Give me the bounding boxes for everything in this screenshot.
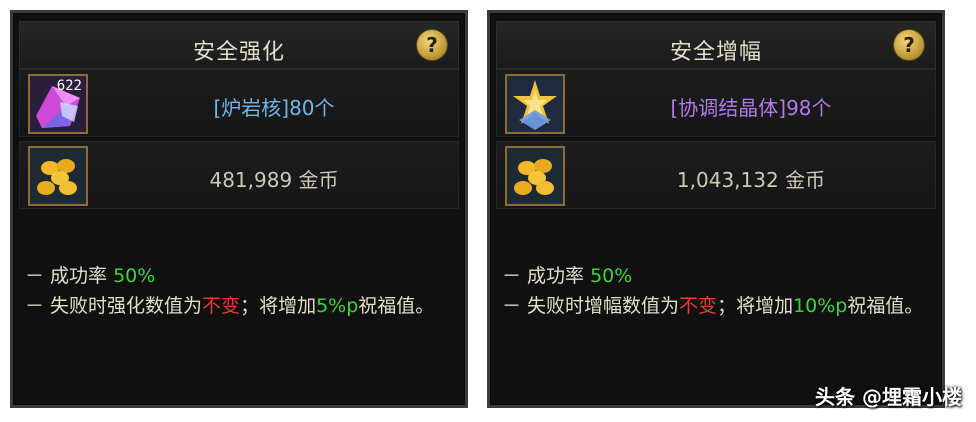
unchanged-text: 不变 [202, 295, 241, 317]
success-rate-value: 50% [590, 265, 633, 287]
material-row: [协调结晶体]98个 [496, 69, 936, 137]
failure-mid: ；将增加 [240, 295, 317, 317]
failure-line: － 失败时增幅数值为不变；将增加10%p祝福值。 [502, 291, 928, 321]
failure-suffix: 祝福值。 [847, 295, 924, 317]
safe-enhance-panel: 安全强化 ? 622 [炉岩核]80个 481,989 金币 － 成功率 50%… [10, 10, 468, 408]
material-requirement: [协调结晶体]98个 [670, 96, 832, 120]
material-row: 622 [炉岩核]80个 [19, 69, 459, 137]
watermark-text: 头条 @埋霜小楼 [815, 385, 962, 409]
success-rate-label: － 成功率 [502, 265, 591, 287]
panel-titlebar: 安全强化 ? [19, 21, 459, 69]
panel-titlebar: 安全增幅 ? [496, 21, 936, 69]
gold-coins-icon [30, 148, 86, 204]
failure-label: － 失败时强化数值为 [25, 295, 203, 317]
material-slot[interactable]: 622 [28, 74, 88, 134]
gold-slot[interactable] [505, 146, 565, 206]
harmony-crystal-icon [507, 76, 563, 132]
gold-row: 1,043,132 金币 [496, 141, 936, 209]
help-icon[interactable]: ? [416, 29, 448, 61]
material-slot[interactable] [505, 74, 565, 134]
panel-title: 安全增幅 [669, 40, 762, 65]
unchanged-text: 不变 [679, 295, 718, 317]
failure-line: － 失败时强化数值为不变；将增加5%p祝福值。 [25, 291, 451, 321]
material-count: 622 [56, 78, 82, 94]
panel-title: 安全强化 [192, 40, 285, 65]
amplify-info: － 成功率 50% － 失败时增幅数值为不变；将增加10%p祝福值。 [502, 261, 928, 321]
success-rate-value: 50% [113, 265, 156, 287]
safe-amplify-panel: 安全增幅 ? [协调结晶体]98个 1,043,132 金币 － 成功率 50%… [487, 10, 945, 408]
failure-suffix: 祝福值。 [358, 295, 435, 317]
success-rate-line: － 成功率 50% [25, 261, 451, 291]
material-requirement: [炉岩核]80个 [213, 96, 335, 120]
blessing-value: 10%p [793, 295, 848, 317]
gold-row: 481,989 金币 [19, 141, 459, 209]
help-icon[interactable]: ? [893, 29, 925, 61]
gold-requirement: 481,989 金币 [209, 168, 339, 192]
failure-mid: ；将增加 [717, 295, 794, 317]
success-rate-label: － 成功率 [25, 265, 114, 287]
success-rate-line: － 成功率 50% [502, 261, 928, 291]
gold-requirement: 1,043,132 金币 [676, 168, 826, 192]
gold-slot[interactable] [28, 146, 88, 206]
enhance-info: － 成功率 50% － 失败时强化数值为不变；将增加5%p祝福值。 [25, 261, 451, 321]
gold-coins-icon [507, 148, 563, 204]
failure-label: － 失败时增幅数值为 [502, 295, 680, 317]
blessing-value: 5%p [316, 295, 359, 317]
